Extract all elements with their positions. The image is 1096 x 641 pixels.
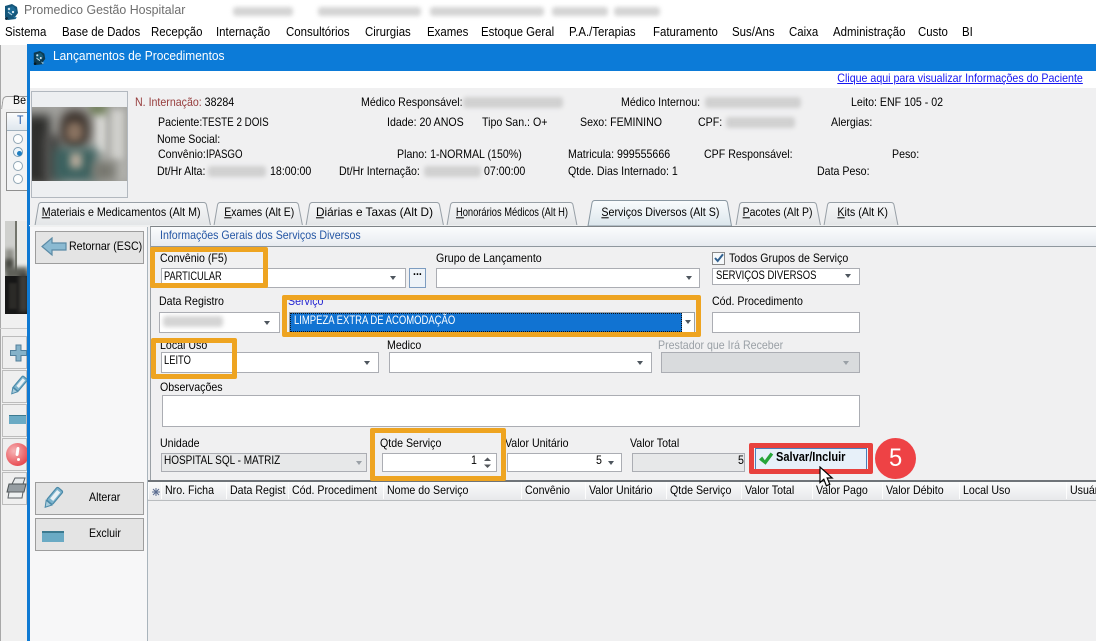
svg-text:Kits (Alt K): Kits (Alt K) bbox=[837, 205, 888, 219]
svg-text:Diárias e Taxas (Alt D): Diárias e Taxas (Alt D) bbox=[316, 205, 433, 219]
svg-text:Exames (Alt E): Exames (Alt E) bbox=[224, 205, 294, 219]
svg-text:Materiais e Medicamentos (Alt: Materiais e Medicamentos (Alt M) bbox=[42, 205, 201, 219]
svg-text:Serviços Diversos (Alt S): Serviços Diversos (Alt S) bbox=[601, 205, 719, 219]
svg-text:Honorários Médicos (Alt H): Honorários Médicos (Alt H) bbox=[456, 205, 568, 219]
svg-text:Pacotes (Alt P): Pacotes (Alt P) bbox=[743, 205, 813, 219]
